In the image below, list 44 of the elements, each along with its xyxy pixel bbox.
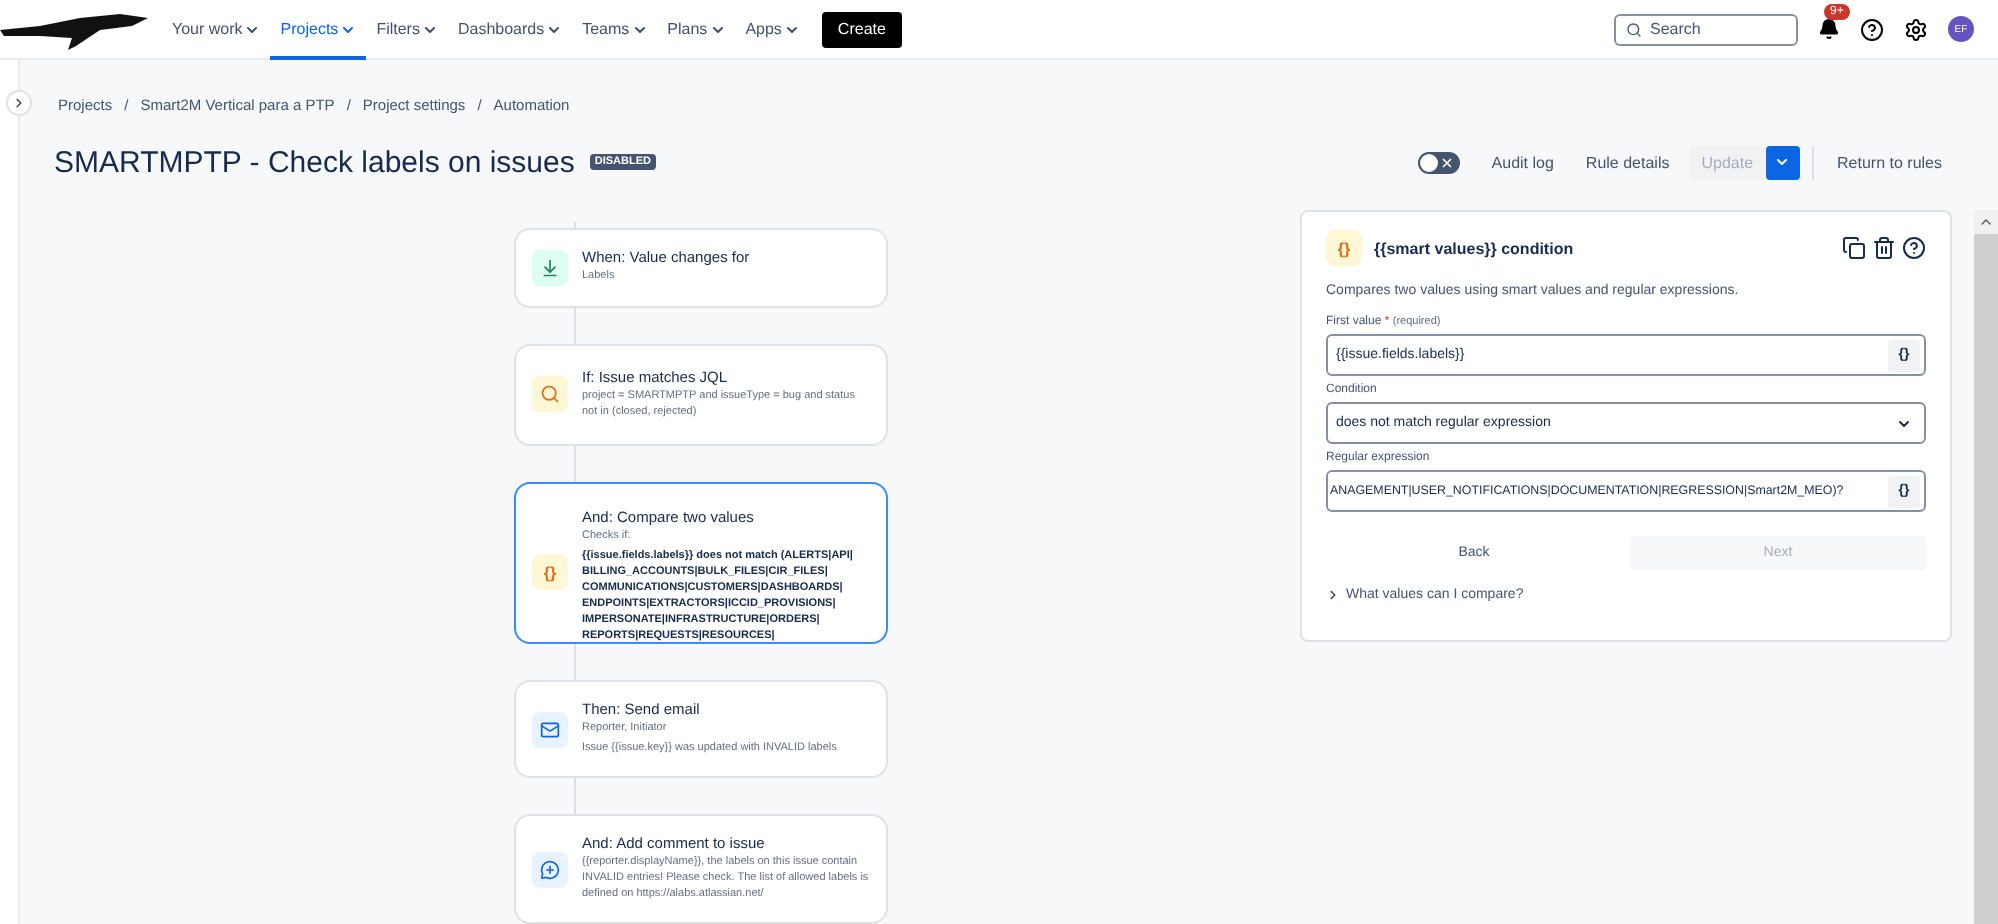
cross-icon <box>1439 155 1454 169</box>
chevron-icon[interactable] <box>1978 214 1994 230</box>
chevron-icon <box>1774 154 1791 170</box>
bell-icon[interactable] <box>1818 18 1840 40</box>
return-button[interactable]: Return to rules <box>1825 145 1954 179</box>
expand-sidebar-button[interactable] <box>6 90 32 116</box>
step-card[interactable] <box>514 481 888 645</box>
chevron-icon <box>1896 415 1912 431</box>
scrollbar[interactable] <box>1974 210 1998 924</box>
rule-title: SMARTMPTP - Check labels on issues <box>54 145 575 179</box>
mail-icon <box>540 719 560 740</box>
chevron-icon <box>12 96 26 110</box>
braces-icon: {} <box>1337 239 1351 257</box>
chevron-icon <box>1326 588 1340 602</box>
download-arrow-icon <box>540 257 560 278</box>
search-field[interactable]: Search <box>1614 13 1798 45</box>
search-icon <box>540 384 560 405</box>
enable-toggle[interactable] <box>1417 151 1460 173</box>
braces-icon: {} <box>543 563 557 582</box>
chevron-icon <box>340 21 357 37</box>
comment-icon <box>540 859 560 880</box>
chevron-icon <box>244 21 261 37</box>
help-icon[interactable] <box>1902 236 1926 260</box>
nav-item[interactable]: Dashboards <box>447 0 573 59</box>
panel-title: {{smart values}} condition <box>1374 239 1574 257</box>
create-button[interactable]: Create <box>821 11 902 47</box>
search-icon <box>1626 21 1642 37</box>
dropdown-button[interactable] <box>1765 145 1800 179</box>
copy-icon[interactable] <box>1842 236 1866 260</box>
nav-item[interactable]: Your work <box>162 0 271 59</box>
audit-log-button[interactable]: Audit log <box>1479 145 1566 179</box>
chevron-icon <box>709 21 726 37</box>
chevron-icon <box>631 21 648 37</box>
rule-details-button[interactable]: Rule details <box>1573 145 1682 179</box>
nav-item[interactable]: Filters <box>366 0 448 59</box>
chevron-icon <box>546 21 563 37</box>
nav-item[interactable]: Teams <box>572 0 658 59</box>
settings-icon[interactable] <box>1904 17 1928 41</box>
help-icon[interactable] <box>1860 17 1884 41</box>
nav-item[interactable]: Apps <box>735 0 810 59</box>
chevron-icon <box>783 21 800 37</box>
chevron-icon <box>421 21 438 37</box>
nav-item[interactable]: Plans <box>657 0 736 59</box>
trash-icon[interactable] <box>1872 236 1896 260</box>
